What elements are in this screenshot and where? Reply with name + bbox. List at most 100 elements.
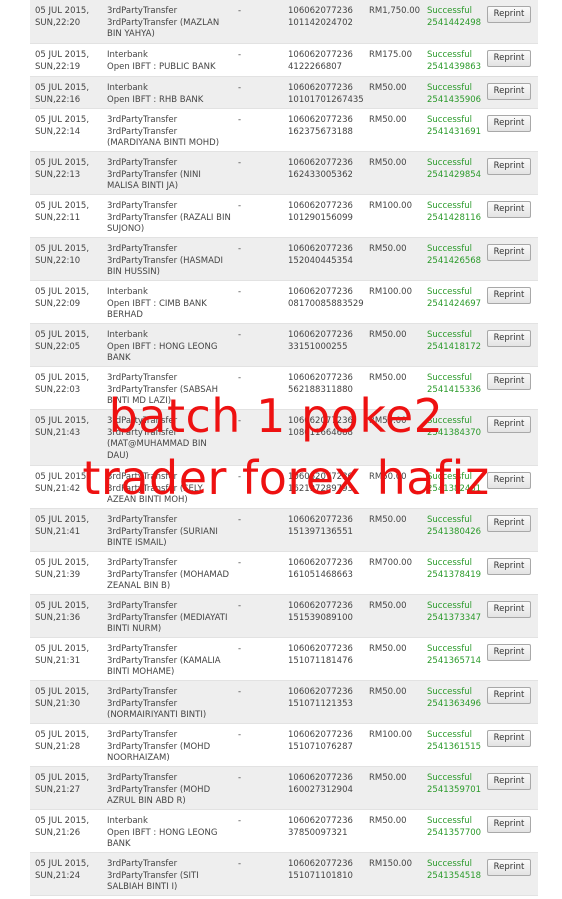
transaction-status: Successful 2541357700 (427, 816, 482, 838)
transaction-reference-dash: - (238, 115, 242, 125)
transaction-description: 3rdPartyTransfer 3rdPartyTransfer (MOHD … (107, 773, 211, 806)
transaction-date: 05 JUL 2015, SUN,21:27 (35, 773, 90, 795)
transaction-amount: RM50.00 (369, 244, 407, 254)
transaction-accounts: 106062077236 160027312904 (288, 773, 353, 795)
transaction-reference-dash: - (238, 687, 242, 697)
transaction-reference-dash: - (238, 644, 242, 654)
transaction-description: 3rdPartyTransfer 3rdPartyTransfer (MARDI… (107, 115, 220, 148)
reprint-button[interactable]: Reprint (487, 644, 531, 661)
transaction-description: Interbank Open IBFT : HONG LEONG BANK (107, 330, 218, 363)
reprint-button[interactable]: Reprint (487, 287, 531, 304)
reprint-button[interactable]: Reprint (487, 115, 531, 132)
transaction-reference-dash: - (238, 83, 242, 93)
transaction-date: 05 JUL 2015, SUN,22:16 (35, 83, 90, 105)
transaction-description: 3rdPartyTransfer 3rdPartyTransfer (NORMA… (107, 687, 207, 720)
reprint-button[interactable]: Reprint (487, 201, 531, 218)
overlay-text-line1: batch 1 poke2 (108, 389, 444, 443)
transaction-amount: RM50.00 (369, 601, 407, 611)
transaction-date: 05 JUL 2015, SUN,21:30 (35, 687, 90, 709)
transaction-accounts: 106062077236 162433005362 (288, 158, 353, 180)
transaction-description: 3rdPartyTransfer 3rdPartyTransfer (KAMAL… (107, 644, 221, 677)
transaction-reference-dash: - (238, 330, 242, 340)
transaction-status: Successful 2541429854 (427, 158, 482, 180)
transaction-row: 05 JUL 2015, SUN,21:41 3rdPartyTransfer 3… (30, 509, 538, 552)
transaction-status: Successful 2541373347 (427, 601, 482, 623)
transaction-status: Successful 2541442498 (427, 6, 482, 28)
transaction-date: 05 JUL 2015, SUN,22:13 (35, 158, 90, 180)
transaction-accounts: 106062077236 151071121353 (288, 687, 353, 709)
transaction-amount: RM700.00 (369, 558, 412, 568)
transaction-accounts: 106062077236 4122266807 (288, 50, 353, 72)
transaction-accounts: 106062077236 151071076287 (288, 730, 353, 752)
transaction-date: 05 JUL 2015, SUN,22:19 (35, 50, 90, 72)
transaction-status: Successful 2541428116 (427, 201, 482, 223)
transaction-row: 05 JUL 2015, SUN,21:24 3rdPartyTransfer 3… (30, 853, 538, 896)
transaction-date: 05 JUL 2015, SUN,22:11 (35, 201, 90, 223)
transaction-reference-dash: - (238, 373, 242, 383)
transaction-description: Interbank Open IBFT : RHB BANK (107, 83, 204, 105)
reprint-button[interactable]: Reprint (487, 558, 531, 575)
reprint-button[interactable]: Reprint (487, 330, 531, 347)
transaction-status: Successful 2541359701 (427, 773, 482, 795)
transaction-status: Successful 2541380426 (427, 515, 482, 537)
transaction-description: Interbank Open IBFT : CIMB BANK BERHAD (107, 287, 207, 320)
transaction-table: 05 JUL 2015, SUN,22:20 3rdPartyTransfer 3… (30, 0, 538, 896)
reprint-button[interactable]: Reprint (487, 773, 531, 790)
reprint-button[interactable]: Reprint (487, 730, 531, 747)
transaction-row: 05 JUL 2015, SUN,22:16 Interbank Open IBF… (30, 77, 538, 109)
transaction-row: 05 JUL 2015, SUN,22:13 3rdPartyTransfer 3… (30, 152, 538, 195)
transaction-amount: RM50.00 (369, 115, 407, 125)
transaction-row: 05 JUL 2015, SUN,21:30 3rdPartyTransfer 3… (30, 681, 538, 724)
transaction-description: 3rdPartyTransfer 3rdPartyTransfer (SITI … (107, 859, 199, 892)
reprint-button[interactable]: Reprint (487, 158, 531, 175)
transaction-date: 05 JUL 2015, SUN,21:28 (35, 730, 90, 752)
transaction-description: 3rdPartyTransfer 3rdPartyTransfer (MAZLA… (107, 6, 220, 39)
transaction-description: 3rdPartyTransfer 3rdPartyTransfer (MOHAM… (107, 558, 230, 591)
overlay-text-line2: trader forex hafiz (82, 451, 490, 505)
transaction-reference-dash: - (238, 50, 242, 60)
transaction-status: Successful 2541365714 (427, 644, 482, 666)
transaction-date: 05 JUL 2015, SUN,21:36 (35, 601, 90, 623)
transaction-amount: RM50.00 (369, 687, 407, 697)
transaction-status: Successful 2541363496 (427, 687, 482, 709)
transaction-description: Interbank Open IBFT : PUBLIC BANK (107, 50, 216, 72)
transaction-amount: RM100.00 (369, 730, 412, 740)
reprint-button[interactable]: Reprint (487, 859, 531, 876)
transaction-reference-dash: - (238, 201, 242, 211)
transaction-amount: RM50.00 (369, 83, 407, 93)
transaction-date: 05 JUL 2015, SUN,21:41 (35, 515, 90, 537)
transaction-row: 05 JUL 2015, SUN,22:05 Interbank Open IBF… (30, 324, 538, 367)
transaction-date: 05 JUL 2015, SUN,22:20 (35, 6, 90, 28)
transaction-reference-dash: - (238, 515, 242, 525)
transaction-reference-dash: - (238, 6, 242, 16)
transaction-status: Successful 2541426568 (427, 244, 482, 266)
transaction-reference-dash: - (238, 859, 242, 869)
reprint-button[interactable]: Reprint (487, 83, 531, 100)
transaction-accounts: 106062077236 151071101810 (288, 859, 353, 881)
transaction-row: 05 JUL 2015, SUN,21:39 3rdPartyTransfer 3… (30, 552, 538, 595)
transaction-date: 05 JUL 2015, SUN,21:26 (35, 816, 90, 838)
transaction-date: 05 JUL 2015, SUN,21:31 (35, 644, 90, 666)
transaction-date: 05 JUL 2015, SUN,22:10 (35, 244, 90, 266)
transaction-amount: RM100.00 (369, 201, 412, 211)
transaction-reference-dash: - (238, 558, 242, 568)
reprint-button[interactable]: Reprint (487, 50, 531, 67)
reprint-button[interactable]: Reprint (487, 601, 531, 618)
reprint-button[interactable]: Reprint (487, 6, 531, 23)
transaction-accounts: 106062077236 37850097321 (288, 816, 353, 838)
transaction-amount: RM175.00 (369, 50, 412, 60)
transaction-row: 05 JUL 2015, SUN,22:10 3rdPartyTransfer 3… (30, 238, 538, 281)
transaction-row: 05 JUL 2015, SUN,21:31 3rdPartyTransfer 3… (30, 638, 538, 681)
transaction-accounts: 106062077236 101290156099 (288, 201, 353, 223)
transaction-status: Successful 2541435906 (427, 83, 482, 105)
reprint-button[interactable]: Reprint (487, 515, 531, 532)
reprint-button[interactable]: Reprint (487, 816, 531, 833)
transaction-row: 05 JUL 2015, SUN,22:11 3rdPartyTransfer 3… (30, 195, 538, 238)
reprint-button[interactable]: Reprint (487, 244, 531, 261)
reprint-button[interactable]: Reprint (487, 687, 531, 704)
transaction-status: Successful 2541439863 (427, 50, 482, 72)
transaction-accounts: 106062077236 08170085883529 (288, 287, 364, 309)
transaction-accounts: 106062077236 162375673188 (288, 115, 353, 137)
transaction-row: 05 JUL 2015, SUN,22:14 3rdPartyTransfer 3… (30, 109, 538, 152)
transaction-accounts: 106062077236 152040445354 (288, 244, 353, 266)
